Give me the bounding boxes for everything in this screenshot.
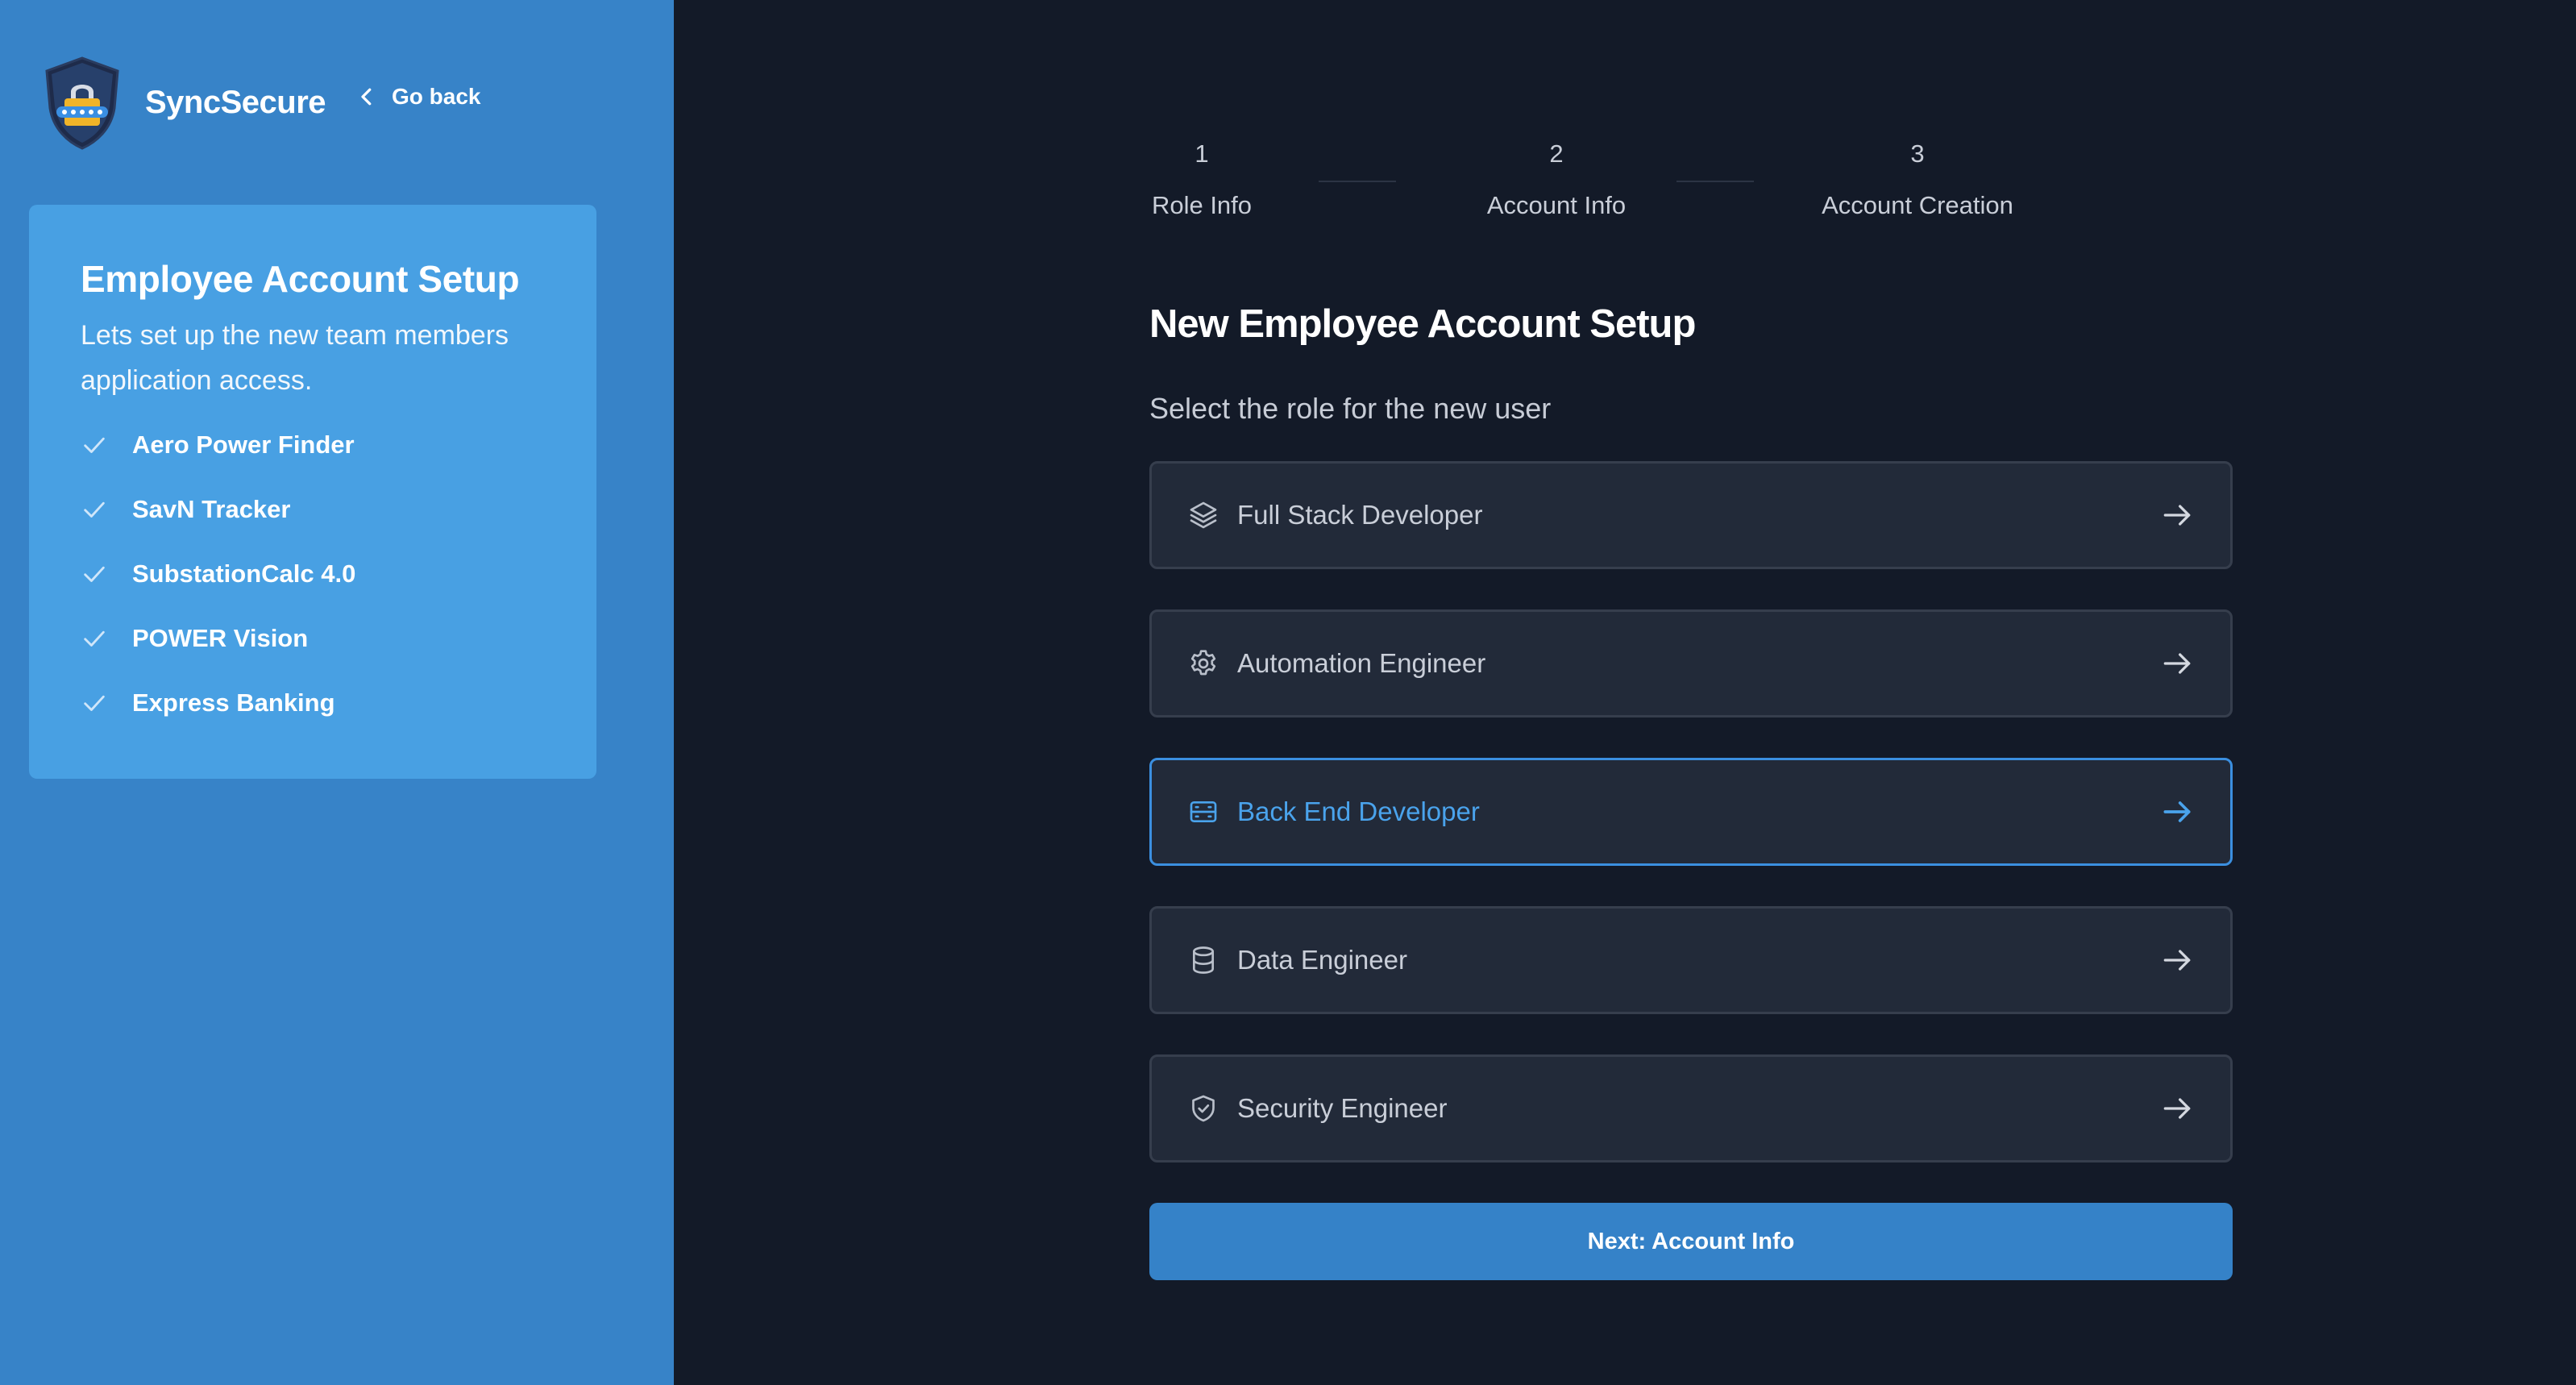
server-icon (1190, 801, 1217, 822)
role-label: Full Stack Developer (1237, 500, 1483, 530)
app-name: POWER Vision (132, 624, 309, 652)
card-title: Employee Account Setup (81, 258, 520, 300)
role-label: Back End Developer (1237, 796, 1480, 826)
database-icon (1193, 946, 1214, 974)
role-option-back-end-developer[interactable]: Back End Developer (1149, 758, 2233, 866)
step-number: 2 (1549, 139, 1564, 168)
chevron-left-icon (361, 88, 372, 106)
arrow-right-icon (2163, 950, 2191, 971)
role-option-full-stack-developer[interactable]: Full Stack Developer (1149, 461, 2233, 569)
setup-info-card: Employee Account Setup Lets set up the n… (29, 205, 596, 779)
app-list-item: Aero Power Finder (81, 413, 545, 477)
arrow-right-icon (2163, 801, 2191, 822)
brand-name: SyncSecure (145, 84, 326, 120)
role-option-security-engineer[interactable]: Security Engineer (1149, 1054, 2233, 1162)
brand: SyncSecure (40, 55, 326, 150)
arrow-right-icon (2163, 653, 2191, 674)
arrow-right-icon (2163, 505, 2191, 526)
app-list-item: SubstationCalc 4.0 (81, 542, 545, 606)
step-label: Account Creation (1822, 191, 2013, 219)
sidebar: SyncSecure Go back Employee Account Setu… (0, 0, 674, 1385)
stepper: 1 Role Info 2 Account Info 3 Account Cre… (1149, 135, 2036, 232)
role-label: Automation Engineer (1237, 648, 1486, 678)
app-list-item: POWER Vision (81, 606, 545, 671)
role-label: Security Engineer (1237, 1093, 1448, 1123)
app-name: SubstationCalc 4.0 (132, 559, 356, 588)
go-back-link[interactable]: Go back (355, 84, 480, 110)
app-name: Express Banking (132, 688, 335, 717)
step-number: 3 (1910, 139, 1925, 168)
step-connector (1676, 181, 1754, 182)
card-subtitle: Lets set up the new team members applica… (81, 320, 509, 396)
step-account-info[interactable]: 2 Account Info (1451, 135, 1662, 224)
role-list: Full Stack Developer Automation Engineer… (1149, 461, 2233, 1203)
app-name: SavN Tracker (132, 495, 291, 523)
step-number: 1 (1195, 139, 1209, 168)
check-icon (84, 695, 105, 711)
arrow-right-icon (2163, 1098, 2191, 1119)
step-account-creation[interactable]: 3 Account Creation (1809, 135, 2026, 224)
role-label: Data Engineer (1237, 945, 1407, 975)
check-icon (84, 437, 105, 453)
app-list-item: Express Banking (81, 671, 545, 735)
check-icon (84, 501, 105, 518)
app-list-item: SavN Tracker (81, 477, 545, 542)
shield-lock-icon (45, 56, 119, 150)
page-subtitle: Select the role for the new user (1149, 392, 1552, 425)
gear-icon (1190, 650, 1216, 676)
check-icon (84, 566, 105, 582)
shield-check-icon (1192, 1095, 1215, 1122)
step-role-info[interactable]: 1 Role Info (1149, 135, 1254, 224)
step-label: Account Info (1486, 191, 1627, 219)
step-connector (1319, 181, 1396, 182)
step-label: Role Info (1151, 191, 1253, 219)
app-name: Aero Power Finder (132, 430, 355, 459)
check-icon (84, 630, 105, 647)
app-list: Aero Power Finder SavN Tracker Substatio… (81, 413, 545, 735)
page-title: New Employee Account Setup (1149, 302, 1696, 346)
next-account-info-button[interactable]: Next: Account Info (1149, 1203, 2233, 1280)
go-back-label: Go back (392, 84, 481, 109)
role-option-data-engineer[interactable]: Data Engineer (1149, 906, 2233, 1014)
role-option-automation-engineer[interactable]: Automation Engineer (1149, 609, 2233, 717)
layers-icon (1190, 501, 1217, 529)
